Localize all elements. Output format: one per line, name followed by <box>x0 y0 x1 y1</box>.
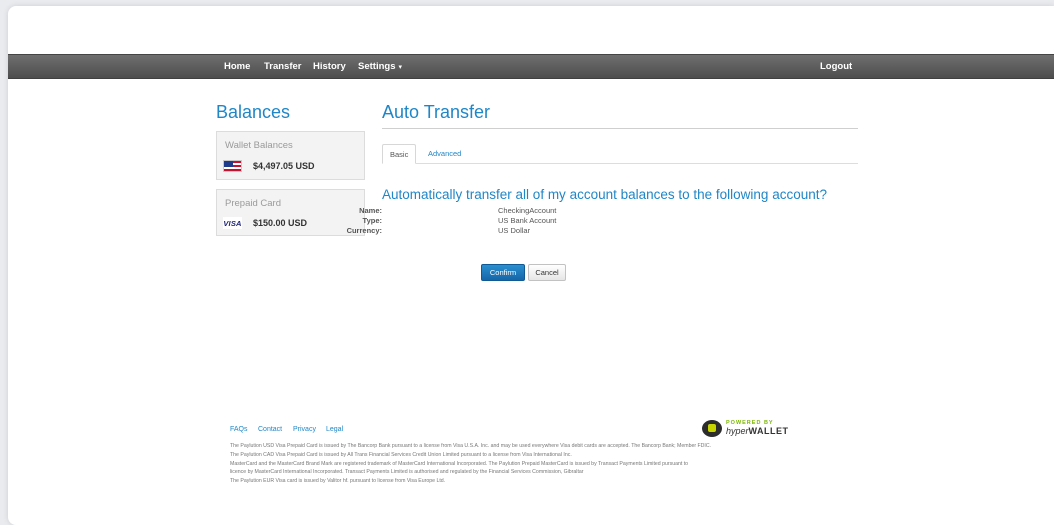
nav-history[interactable]: History <box>313 61 346 72</box>
page-title: Auto Transfer <box>382 102 491 122</box>
detail-label: Name: <box>359 206 382 215</box>
wallet-amount: $4,497.05 USD <box>253 161 315 171</box>
tab-advanced[interactable]: Advanced <box>421 144 468 164</box>
footer-link-legal[interactable]: Legal <box>326 426 343 433</box>
detail-label: Currency: <box>346 226 382 235</box>
brand-bold: WALLET <box>748 425 789 436</box>
hyperwallet-logo: POWERED BY hyperWALLET <box>702 420 789 437</box>
title-divider <box>382 128 858 129</box>
nav-settings[interactable]: Settings ▾ <box>358 61 402 72</box>
wallet-balances-panel: Wallet Balances $4,497.05 USD <box>216 131 365 180</box>
legal-line: The Paylution USD Visa Prepaid Card is i… <box>230 443 712 449</box>
transfer-question: Automatically transfer all of my account… <box>382 187 827 202</box>
footer-link-privacy[interactable]: Privacy <box>293 426 316 433</box>
nav-settings-label: Settings <box>358 61 396 72</box>
detail-value: CheckingAccount <box>498 206 557 215</box>
chevron-down-icon: ▾ <box>398 64 402 71</box>
confirm-button[interactable]: Confirm <box>481 264 525 281</box>
legal-line: MasterCard and the MasterCard Brand Mark… <box>230 460 689 467</box>
balances-title: Balances <box>216 102 291 122</box>
panel-title: Wallet Balances <box>225 140 293 151</box>
cancel-button[interactable]: Cancel <box>528 264 566 281</box>
detail-label: Type: <box>362 216 382 225</box>
detail-value: US Bank Account <box>498 216 557 225</box>
legal-line: The Paylution EUR Visa card is issued by… <box>230 478 446 485</box>
powered-by-text: POWERED BY hyperWALLET <box>726 421 789 436</box>
nav-home[interactable]: Home <box>224 61 250 72</box>
legal-line: licence by MasterCard International Inco… <box>230 469 584 476</box>
detail-value: US Dollar <box>498 226 531 235</box>
brand-name: hyperWALLET <box>726 425 789 436</box>
panel-row: $4,497.05 USD <box>223 159 315 173</box>
top-navbar: Home Transfer History Settings ▾ Logout <box>8 54 1054 79</box>
footer-link-contact[interactable]: Contact <box>258 426 282 433</box>
tab-basic[interactable]: Basic <box>382 144 417 164</box>
legal-line: The Paylution CAD Visa Prepaid Card is i… <box>230 451 572 458</box>
legal-disclaimer: The Paylution USD Visa Prepaid Card is i… <box>230 442 870 486</box>
page-card: Home Transfer History Settings ▾ Logout B… <box>8 6 1054 525</box>
footer-link-faqs[interactable]: FAQs <box>230 426 248 433</box>
hyperwallet-badge-icon <box>702 420 722 437</box>
us-flag-icon <box>223 160 242 172</box>
visa-icon: VISA <box>223 217 242 229</box>
nav-transfer[interactable]: Transfer <box>264 61 302 72</box>
nav-logout[interactable]: Logout <box>820 61 852 72</box>
brand-light: hyper <box>726 425 749 436</box>
